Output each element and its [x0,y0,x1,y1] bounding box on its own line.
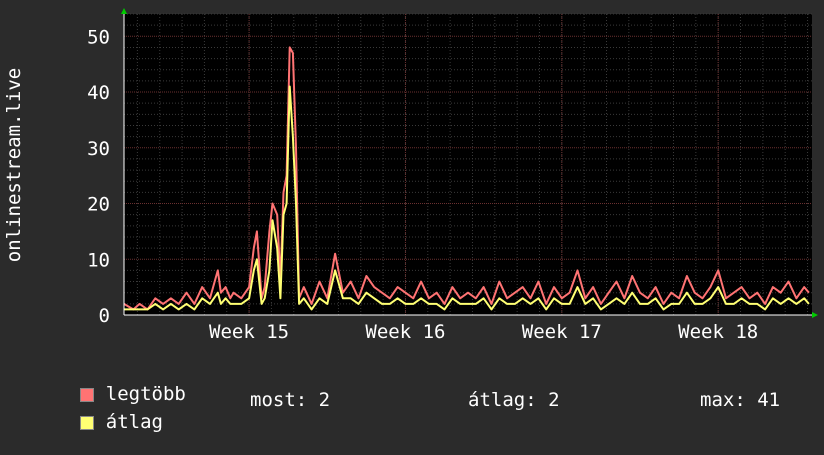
x-tick-label: Week 15 [209,321,289,343]
x-tick-label: Week 16 [365,321,445,343]
legend-swatch-avg [79,415,94,430]
x-tick-label: Week 18 [678,321,758,343]
x-tick-label: Week 17 [522,321,602,343]
x-axis-ticks: Week 15 Week 16 Week 17 Week 18 [209,321,758,343]
y-tick-label: 20 [87,194,110,216]
y-axis-ticks: 0 10 20 30 40 50 [87,26,110,327]
x-axis-arrow-icon [812,312,818,318]
y-axis-arrow-icon [121,8,127,14]
y-tick-label: 40 [87,82,110,104]
y-tick-label: 30 [87,138,110,160]
chart-container: 0 10 20 30 40 50 Week 15 Week 16 Week 17 Week 18… [0,0,824,433]
stat-max: max: 41 [700,389,781,411]
y-axis-label: onlinestream.live [3,68,25,262]
y-tick-label: 50 [87,26,110,48]
y-tick-label: 0 [99,305,110,327]
y-tick-label: 10 [87,249,110,271]
legend-item-avg: átlag [34,389,163,455]
stat-avg: átlag: 2 [468,389,560,411]
stat-now: most: 2 [250,389,331,411]
